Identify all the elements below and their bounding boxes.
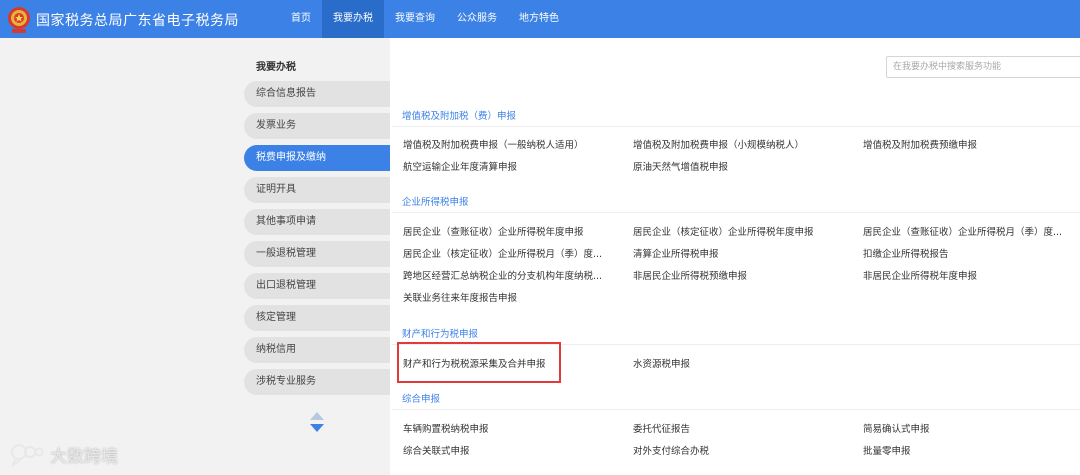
link-cit-assessed-annual[interactable]: 居民企业（核定征收）企业所得税年度申报 xyxy=(633,224,851,238)
nav-tax-services[interactable]: 我要办税 xyxy=(322,0,384,38)
sidebar-item-tax-credit[interactable]: 纳税信用 xyxy=(244,337,390,363)
watermark-logo-icon xyxy=(11,444,44,467)
watermark: 大数跨境 xyxy=(10,440,118,468)
section-title-vat: 增值税及附加税（费）申报 xyxy=(402,111,517,122)
section-divider xyxy=(392,344,1080,345)
link-simple-confirmation-declaration[interactable]: 简易确认式申报 xyxy=(863,421,1078,435)
watermark-text: 大数跨境 xyxy=(50,446,118,467)
link-related-party-annual-report[interactable]: 关联业务往来年度报告申报 xyxy=(403,290,621,304)
sidebar-item-certificate-issuance[interactable]: 证明开具 xyxy=(244,177,390,203)
tax-emblem-logo xyxy=(8,7,30,33)
link-cross-region-branch-annual[interactable]: 跨地区经营汇总纳税企业的分支机构年度纳税... xyxy=(403,268,621,282)
sidebar-title: 我要办税 xyxy=(256,62,296,73)
link-comprehensive-linked-declaration[interactable]: 综合关联式申报 xyxy=(403,443,621,457)
site-title: 国家税务总局广东省电子税务局 xyxy=(36,13,239,29)
sidebar-item-assessment-management[interactable]: 核定管理 xyxy=(244,305,390,331)
section-title-property-behavior-tax: 财产和行为税申报 xyxy=(402,329,479,340)
sidebar-scroll-arrows-icon[interactable] xyxy=(309,410,325,436)
link-crude-oil-gas-vat[interactable]: 原油天然气增值税申报 xyxy=(633,159,851,173)
link-vat-prepayment[interactable]: 增值税及附加税费预缴申报 xyxy=(863,137,1078,151)
link-cit-audit-annual[interactable]: 居民企业（查账征收）企业所得税年度申报 xyxy=(403,224,621,238)
link-cit-audit-quarterly[interactable]: 居民企业（查账征收）企业所得税月（季）度... xyxy=(863,224,1078,238)
link-entrusted-collection-report[interactable]: 委托代征报告 xyxy=(633,421,851,435)
nav-public-services[interactable]: 公众服务 xyxy=(446,0,508,38)
link-nonresident-cit-prepayment[interactable]: 非居民企业所得税预缴申报 xyxy=(633,268,851,282)
section-divider xyxy=(392,409,1080,410)
link-nonresident-cit-annual[interactable]: 非居民企业所得税年度申报 xyxy=(863,268,1078,282)
link-vehicle-purchase-tax[interactable]: 车辆购置税纳税申报 xyxy=(403,421,621,435)
link-property-behavior-tax-combined[interactable]: 财产和行为税税源采集及合并申报 xyxy=(403,356,621,370)
sidebar-item-other-applications[interactable]: 其他事项申请 xyxy=(244,209,390,235)
search-input[interactable] xyxy=(886,56,1080,78)
link-vat-general-taxpayer[interactable]: 增值税及附加税费申报（一般纳税人适用） xyxy=(403,137,621,151)
sidebar-item-tax-declaration[interactable]: 税费申报及缴纳 xyxy=(244,145,390,171)
main-nav: 首页 我要办税 我要查询 公众服务 地方特色 xyxy=(280,0,570,38)
sidebar-item-general-tax-refund[interactable]: 一般退税管理 xyxy=(244,241,390,267)
link-water-resource-tax[interactable]: 水资源税申报 xyxy=(633,356,851,370)
link-outbound-payment-tax[interactable]: 对外支付综合办税 xyxy=(633,443,851,457)
nav-local-features[interactable]: 地方特色 xyxy=(508,0,570,38)
sidebar-item-invoice-business[interactable]: 发票业务 xyxy=(244,113,390,139)
sidebar-item-comprehensive-info-report[interactable]: 综合信息报告 xyxy=(244,81,390,107)
link-cit-assessed-quarterly[interactable]: 居民企业（核定征收）企业所得税月（季）度... xyxy=(403,246,621,260)
section-divider xyxy=(392,212,1080,213)
sidebar-item-export-tax-refund[interactable]: 出口退税管理 xyxy=(244,273,390,299)
link-batch-zero-declaration[interactable]: 批量零申报 xyxy=(863,443,1078,457)
nav-query[interactable]: 我要查询 xyxy=(384,0,446,38)
link-vat-small-scale[interactable]: 增值税及附加税费申报（小规模纳税人） xyxy=(633,137,851,151)
top-header: 国家税务总局广东省电子税务局 首页 我要办税 我要查询 公众服务 地方特色 xyxy=(0,0,1080,38)
nav-home[interactable]: 首页 xyxy=(280,0,322,38)
link-liquidation-cit[interactable]: 清算企业所得税申报 xyxy=(633,246,851,260)
section-title-comprehensive-declaration: 综合申报 xyxy=(402,394,441,405)
sidebar-item-tax-professional-services[interactable]: 涉税专业服务 xyxy=(244,369,390,395)
section-divider xyxy=(392,126,1080,127)
link-withholding-cit-report[interactable]: 扣缴企业所得税报告 xyxy=(863,246,1078,260)
section-title-corporate-income-tax: 企业所得税申报 xyxy=(402,197,469,208)
link-air-transport-settlement[interactable]: 航空运输企业年度清算申报 xyxy=(403,159,621,173)
